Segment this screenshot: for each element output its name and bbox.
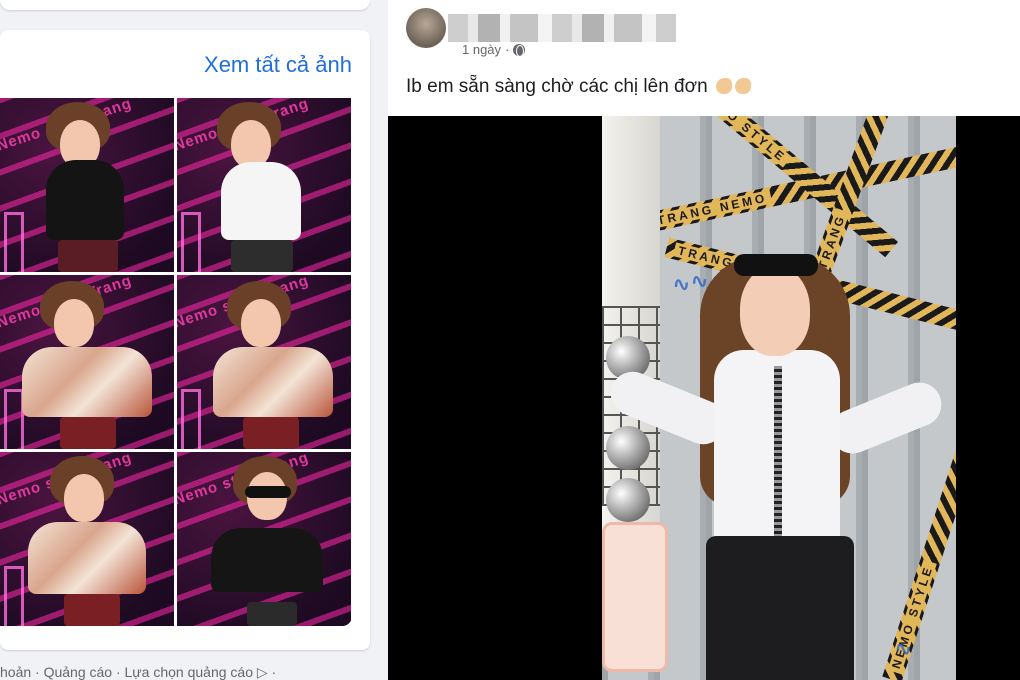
- model-top: [213, 347, 333, 417]
- post-video[interactable]: TRANG NEMO NEMO STYLE TRANG TRANG NEMO N…: [388, 116, 1020, 680]
- model-top: [22, 347, 152, 417]
- photo-tile[interactable]: Nemo style Trang: [177, 275, 351, 449]
- author-avatar[interactable]: [406, 8, 446, 48]
- model-skirt: [247, 602, 297, 626]
- model-skirt: [64, 594, 120, 626]
- neon-sign: [4, 212, 24, 272]
- photo-tile[interactable]: Nemo style Trang: [0, 98, 174, 272]
- neon-sign: [4, 566, 24, 626]
- see-all-photos-link[interactable]: Xem tất cả ảnh: [204, 52, 352, 78]
- person-face: [740, 266, 810, 356]
- neon-sign: [181, 212, 201, 272]
- model-top: [28, 522, 146, 594]
- flexed-biceps-icon: [715, 78, 732, 94]
- video-frame: TRANG NEMO NEMO STYLE TRANG TRANG NEMO N…: [602, 116, 956, 680]
- flexed-biceps-icon: [734, 78, 751, 94]
- post-time[interactable]: 1 ngày: [462, 42, 501, 57]
- phone-stand: [602, 522, 668, 672]
- footer-links[interactable]: hoản · Quảng cáo · Lựa chọn quảng cáo ▷ …: [0, 664, 370, 680]
- black-headband: [734, 254, 818, 276]
- disco-ball: [606, 426, 650, 470]
- model-face: [231, 120, 271, 168]
- model-skirt: [60, 417, 116, 449]
- model-face: [64, 474, 104, 522]
- photo-tile[interactable]: Nemo style Trang: [0, 452, 174, 626]
- meta-separator: ·: [505, 42, 510, 57]
- black-pants: [706, 536, 854, 680]
- photos-card: Xem tất cả ảnh Nemo style Trang Nemo sty…: [0, 30, 370, 650]
- model-skirt: [58, 240, 118, 272]
- model-skirt: [243, 417, 299, 449]
- post-card: 1 ngày · Ib em sẵn sàng chờ các chị lên …: [388, 0, 1020, 680]
- disco-ball: [606, 478, 650, 522]
- sunglasses: [245, 486, 291, 498]
- model-face: [54, 299, 94, 347]
- post-message: Ib em sẵn sàng chờ các chị lên đơn: [406, 76, 708, 97]
- neon-sign: [181, 389, 201, 449]
- post-meta: 1 ngày ·: [462, 42, 526, 57]
- globe-icon: [513, 43, 526, 57]
- jacket-zipper: [774, 366, 782, 546]
- author-name-blurred[interactable]: [448, 14, 676, 42]
- previous-card-edge: [0, 0, 370, 10]
- neon-sign: [4, 389, 24, 449]
- model-top: [221, 162, 301, 240]
- model-top: [46, 160, 124, 240]
- post-text: Ib em sẵn sàng chờ các chị lên đơn: [406, 76, 751, 98]
- model-face: [241, 299, 281, 347]
- photo-tile[interactable]: Nemo style Trang: [177, 98, 351, 272]
- model-skirt: [231, 240, 293, 272]
- photo-grid: Nemo style Trang Nemo style Trang Nemo s…: [0, 98, 352, 626]
- photo-tile[interactable]: Nemo style Trang: [0, 275, 174, 449]
- model-top: [211, 528, 323, 592]
- photo-tile[interactable]: Nemo style Trang: [177, 452, 351, 626]
